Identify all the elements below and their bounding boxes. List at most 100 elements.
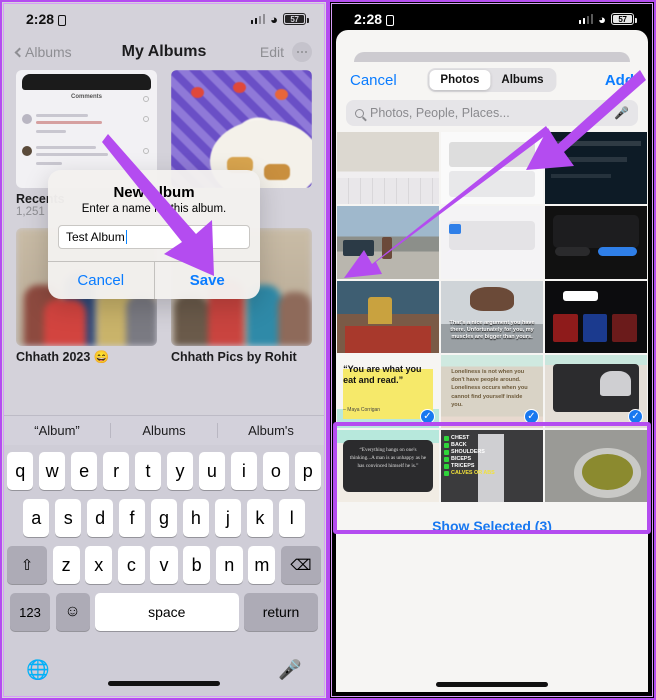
- dialog-message: Enter a name for this album.: [81, 203, 227, 215]
- key-c[interactable]: c: [117, 546, 145, 584]
- key-p[interactable]: p: [294, 452, 322, 490]
- key-o[interactable]: o: [262, 452, 290, 490]
- keyboard-row-3: ⇧ z x c v b n m ⌫: [7, 546, 321, 584]
- key-k[interactable]: k: [246, 499, 274, 537]
- photo-thumbnail-selected[interactable]: Loneliness is not when you don't have pe…: [441, 355, 543, 428]
- shift-icon[interactable]: ⇧: [7, 546, 47, 584]
- key-a[interactable]: a: [23, 499, 50, 537]
- backspace-icon[interactable]: ⌫: [280, 546, 321, 584]
- photo-thumbnail[interactable]: [441, 132, 543, 205]
- save-button[interactable]: Save: [153, 262, 261, 299]
- key-v[interactable]: v: [150, 546, 178, 584]
- keyboard-row-1: q w e r t y u i o p: [6, 452, 322, 490]
- suggestion-item[interactable]: Album's: [217, 423, 324, 438]
- microphone-icon[interactable]: 🎤: [278, 658, 302, 682]
- key-d[interactable]: d: [86, 499, 114, 537]
- edit-button[interactable]: Edit: [260, 44, 284, 60]
- status-time: 2:28: [354, 11, 383, 27]
- navigation-bar: Albums My Albums Edit: [4, 34, 324, 70]
- photo-thumbnail[interactable]: CHEST BACK SHOULDERS BICEPS TRICEPS CALVES OR…: [441, 429, 543, 503]
- key-e[interactable]: e: [70, 452, 98, 490]
- battery-level: 57: [290, 14, 299, 24]
- return-key[interactable]: return: [244, 593, 318, 631]
- key-i[interactable]: i: [230, 452, 258, 490]
- key-q[interactable]: q: [6, 452, 34, 490]
- show-selected-button[interactable]: Show Selected (3): [336, 502, 648, 534]
- battery-icon: 57: [611, 13, 637, 25]
- selection-check-icon[interactable]: ✓: [524, 408, 539, 424]
- key-u[interactable]: u: [198, 452, 226, 490]
- ellipsis-icon[interactable]: [292, 42, 312, 62]
- lock-icon: [386, 14, 395, 26]
- photo-thumbnail-selected[interactable]: ✓: [545, 355, 647, 428]
- photo-caption: That's a nice argument you have there. U…: [449, 319, 535, 340]
- cancel-button[interactable]: Cancel: [48, 262, 154, 299]
- photo-thumbnail[interactable]: [337, 206, 439, 279]
- new-album-dialog: New Album Enter a name for this album. T…: [48, 170, 260, 299]
- photo-caption: “Everything hangs on one's thinking...A …: [349, 447, 427, 469]
- suggestion-item[interactable]: Albums: [110, 423, 217, 438]
- battery-icon: 57: [283, 13, 309, 25]
- add-button[interactable]: Add: [605, 72, 634, 89]
- key-g[interactable]: g: [150, 499, 178, 537]
- globe-icon[interactable]: 🌐: [26, 658, 50, 682]
- sheet-header: Cancel Photos Albums Add: [336, 62, 648, 98]
- key-w[interactable]: w: [38, 452, 66, 490]
- right-phone-panel: 2:28 ◕ 57 Cancel Photos Albums Add Photo…: [328, 0, 656, 700]
- photo-thumbnail[interactable]: “Everything hangs on one's thinking...A …: [337, 429, 439, 503]
- emoji-icon[interactable]: ☺: [55, 593, 90, 631]
- screenshot-stage: 2:28 ◕ 57 Albums My Albums Edit Comments…: [0, 0, 656, 700]
- album-name: Chhath 2023 😄: [16, 350, 110, 364]
- key-j[interactable]: j: [214, 499, 242, 537]
- photos-albums-segmented-control: Photos Albums: [427, 68, 557, 92]
- signal-icon: [578, 14, 594, 24]
- tab-albums[interactable]: Albums: [490, 70, 554, 90]
- selection-check-icon[interactable]: ✓: [628, 408, 643, 424]
- home-indicator: [436, 682, 548, 687]
- space-key[interactable]: space: [95, 593, 239, 631]
- key-m[interactable]: m: [248, 546, 276, 584]
- photo-thumbnail[interactable]: [441, 206, 543, 279]
- numbers-key[interactable]: 123: [10, 593, 50, 631]
- photo-thumbnail[interactable]: [545, 206, 647, 279]
- search-placeholder: Photos, People, Places...: [370, 106, 510, 120]
- key-x[interactable]: x: [85, 546, 113, 584]
- key-t[interactable]: t: [134, 452, 162, 490]
- battery-level: 57: [618, 14, 627, 24]
- left-phone-panel: 2:28 ◕ 57 Albums My Albums Edit Comments…: [0, 0, 328, 700]
- album-name-input[interactable]: Test Album: [58, 225, 250, 249]
- lock-icon: [58, 14, 67, 26]
- selection-check-icon[interactable]: ✓: [420, 408, 435, 424]
- left-status-bar: 2:28 ◕ 57: [4, 4, 324, 34]
- tab-photos[interactable]: Photos: [429, 70, 491, 90]
- photo-thumbnail[interactable]: That's a nice argument you have there. U…: [441, 280, 543, 354]
- keyboard-row-4: 123 ☺ space return: [7, 593, 321, 631]
- microphone-icon[interactable]: 🎤: [614, 106, 629, 120]
- search-bar[interactable]: Photos, People, Places... 🎤: [346, 100, 638, 126]
- photo-grid: That's a nice argument you have there. U…: [336, 132, 648, 503]
- key-z[interactable]: z: [52, 546, 80, 584]
- key-f[interactable]: f: [118, 499, 146, 537]
- key-y[interactable]: y: [166, 452, 194, 490]
- signal-icon: [250, 14, 266, 24]
- text-cursor: [125, 230, 128, 244]
- keyboard-row-2: a s d f g h j k l: [7, 499, 321, 537]
- photo-thumbnail[interactable]: [337, 132, 439, 205]
- key-r[interactable]: r: [102, 452, 130, 490]
- photo-thumbnail[interactable]: [337, 280, 439, 354]
- search-icon: [355, 108, 364, 118]
- suggestion-item[interactable]: “Album”: [4, 423, 110, 438]
- cancel-button[interactable]: Cancel: [350, 72, 397, 89]
- key-h[interactable]: h: [182, 499, 210, 537]
- photo-thumbnail[interactable]: [545, 429, 647, 503]
- photo-thumbnail[interactable]: [545, 132, 647, 205]
- key-n[interactable]: n: [215, 546, 243, 584]
- photo-thumbnail-selected[interactable]: “You are what you eat and read.” – Maya …: [337, 355, 439, 428]
- photo-thumbnail[interactable]: [545, 280, 647, 354]
- autocorrect-suggestion-bar: “Album” Albums Album's: [4, 415, 324, 445]
- photo-caption: Loneliness is not when you don't have pe…: [451, 369, 528, 408]
- key-s[interactable]: s: [54, 499, 82, 537]
- key-b[interactable]: b: [183, 546, 211, 584]
- photo-picker-sheet: Cancel Photos Albums Add Photos, People,…: [336, 30, 648, 692]
- key-l[interactable]: l: [278, 499, 305, 537]
